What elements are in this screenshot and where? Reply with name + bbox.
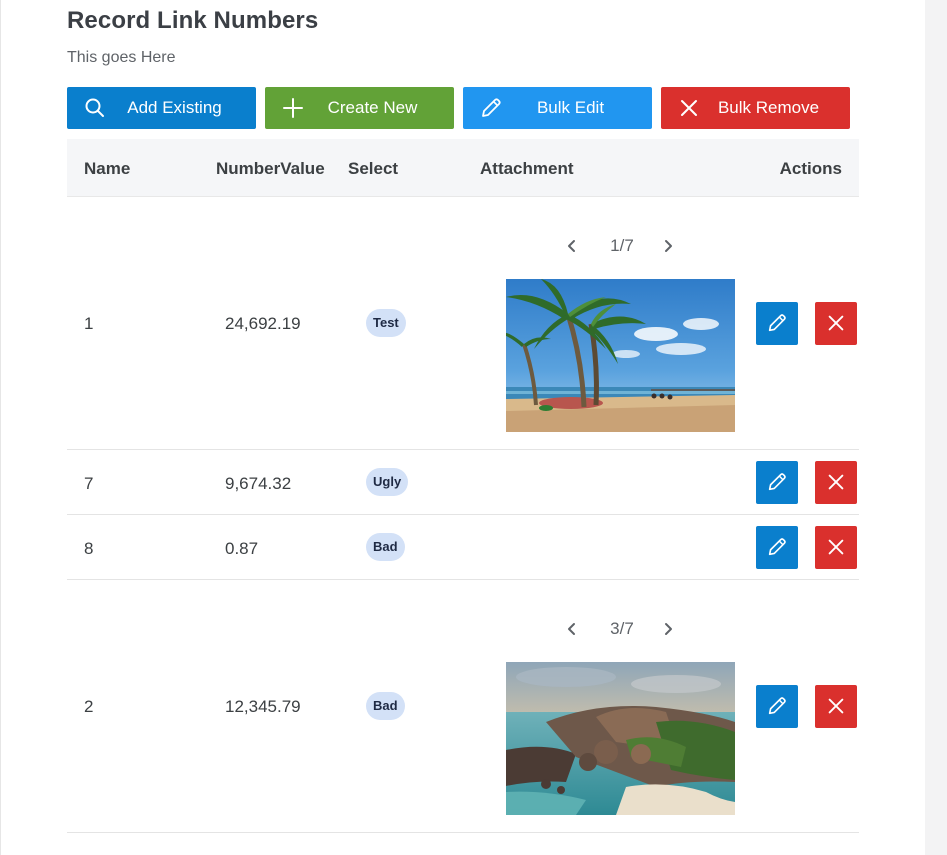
table-row: 7 9,674.32 Ugly <box>67 450 859 515</box>
attachment-page-count: 3/7 <box>610 619 634 638</box>
toolbar: Add Existing Create New Bulk Edit Bulk R… <box>67 87 859 129</box>
column-header-select[interactable]: Select <box>348 159 398 179</box>
remove-row-button[interactable] <box>815 302 857 345</box>
create-new-button[interactable]: Create New <box>265 87 454 129</box>
close-icon <box>828 474 844 490</box>
close-icon <box>828 539 844 555</box>
chevron-right-icon[interactable] <box>658 619 678 639</box>
remove-row-button[interactable] <box>815 685 857 728</box>
column-header-actions: Actions <box>779 159 842 178</box>
bulk-remove-button[interactable]: Bulk Remove <box>661 87 850 129</box>
bulk-edit-label: Bulk Edit <box>536 98 605 117</box>
attachment-image[interactable] <box>506 279 735 432</box>
close-icon <box>828 315 844 331</box>
chevron-left-icon[interactable] <box>562 236 582 256</box>
left-border <box>0 0 1 855</box>
cell-name: 2 <box>84 697 94 716</box>
right-gutter <box>925 0 947 855</box>
cell-name: 8 <box>84 539 94 558</box>
close-icon <box>828 698 844 714</box>
add-existing-button[interactable]: Add Existing <box>67 87 256 129</box>
cell-numbervalue: 12,345.79 <box>225 697 301 716</box>
attachment-pager: 3/7 <box>562 617 682 641</box>
table-row: 1 24,692.19 Test 1/7 <box>67 197 859 450</box>
cell-name: 1 <box>84 314 94 333</box>
pencil-icon <box>768 314 786 332</box>
edit-row-button[interactable] <box>756 526 798 569</box>
attachment-pager: 1/7 <box>562 234 682 258</box>
pencil-icon <box>768 697 786 715</box>
attachment-image[interactable] <box>506 662 735 815</box>
edit-row-button[interactable] <box>756 461 798 504</box>
create-new-label: Create New <box>327 98 418 117</box>
table-row: 8 0.87 Bad <box>67 515 859 580</box>
chevron-left-icon[interactable] <box>562 619 582 639</box>
page-title: Record Link Numbers <box>67 7 319 34</box>
select-badge: Ugly <box>366 468 409 496</box>
column-header-attachment[interactable]: Attachment <box>480 159 574 179</box>
remove-row-button[interactable] <box>815 461 857 504</box>
edit-row-button[interactable] <box>756 685 798 728</box>
add-existing-label: Add Existing <box>127 98 222 117</box>
table-row: 2 12,345.79 Bad 3/7 <box>67 580 859 833</box>
select-badge: Bad <box>366 533 405 561</box>
cell-numbervalue: 0.87 <box>225 539 259 558</box>
remove-row-button[interactable] <box>815 526 857 569</box>
chevron-right-icon[interactable] <box>658 236 678 256</box>
rocky-coast-image <box>506 662 735 815</box>
edit-row-button[interactable] <box>756 302 798 345</box>
beach-palm-image <box>506 279 735 432</box>
attachment-page-count: 1/7 <box>610 236 634 255</box>
table-header: Name NumberValue Select Attachment Actio… <box>67 139 859 197</box>
column-header-name[interactable]: Name <box>84 159 130 179</box>
cell-name: 7 <box>84 474 94 493</box>
bulk-remove-label: Bulk Remove <box>717 98 820 117</box>
select-badge: Bad <box>366 692 405 720</box>
pencil-icon <box>768 473 786 491</box>
column-header-numbervalue[interactable]: NumberValue <box>216 159 325 179</box>
pencil-icon <box>768 538 786 556</box>
cell-numbervalue: 9,674.32 <box>225 474 292 493</box>
cell-numbervalue: 24,692.19 <box>225 314 301 333</box>
select-badge: Test <box>366 309 406 337</box>
bulk-edit-button[interactable]: Bulk Edit <box>463 87 652 129</box>
page-subtitle: This goes Here <box>67 49 176 66</box>
